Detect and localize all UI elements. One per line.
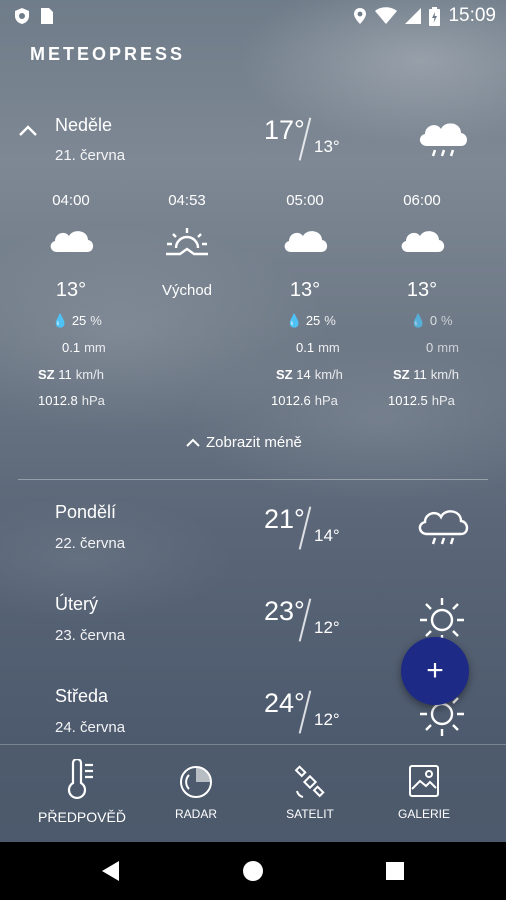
today-low: 13°: [314, 137, 340, 156]
thermometer-icon: [67, 759, 93, 799]
chevron-up-icon: [186, 438, 200, 447]
hour-time: 04:00: [52, 192, 90, 209]
wind-speed: 14: [296, 367, 311, 382]
precip-unit: %: [90, 313, 102, 328]
tab-label: SATELIT: [286, 807, 334, 821]
day-temps: 23° 12°: [262, 596, 362, 646]
day-name: Pondělí: [55, 502, 117, 522]
recents-icon[interactable]: [385, 861, 405, 881]
wind-dir: SZ: [38, 367, 55, 382]
drop-icon: 💧: [410, 313, 427, 328]
tab-label: PŘEDPOVĚĎ: [38, 809, 126, 825]
add-location-button[interactable]: +: [401, 637, 469, 705]
wind-unit: km/h: [75, 367, 104, 382]
hour-temp: 13°: [406, 279, 438, 301]
precip-amount-unit: mm: [318, 340, 340, 355]
pressure: 1012.5: [388, 393, 428, 408]
hour-temp: 13°: [55, 279, 87, 301]
hour-time: 05:00: [286, 192, 324, 209]
day-name: Středa: [55, 686, 109, 706]
gallery-icon: [409, 765, 439, 797]
cloud-rain-icon: [418, 510, 469, 545]
wind-unit: km/h: [314, 367, 343, 382]
cloud-icon: [50, 231, 94, 252]
sunrise-icon: [166, 228, 208, 256]
wifi-icon: [375, 7, 398, 24]
day-date: 24. června: [55, 719, 126, 736]
sim-card-icon: [41, 8, 53, 24]
day-high: 21°: [264, 504, 305, 534]
tab-label: GALERIE: [397, 807, 451, 821]
precip-amount-unit: mm: [84, 340, 106, 355]
back-icon[interactable]: [99, 859, 121, 883]
day-high: 23°: [264, 596, 305, 626]
cloud-rain-icon: [419, 123, 467, 157]
precip-amount: 0: [426, 340, 434, 355]
sunrise-label: Východ: [161, 282, 213, 299]
precip-unit: %: [441, 313, 453, 328]
cloud-icon: [401, 231, 445, 252]
bottom-tab-bar: PŘEDPOVĚĎ RADAR SATELIT GALERIE: [0, 744, 506, 843]
wind-dir: SZ: [393, 367, 410, 382]
wind-speed: 11: [58, 367, 72, 382]
plus-icon: +: [426, 654, 444, 687]
drop-icon: 💧: [286, 313, 303, 328]
status-bar: 15:09: [0, 0, 506, 32]
pressure: 1012.8: [38, 393, 78, 408]
precip-prob: 25: [305, 313, 321, 328]
hour-time: 06:00: [403, 192, 441, 209]
precip-amount: 0.1: [62, 340, 81, 355]
day-temps: 21° 14°: [262, 504, 362, 554]
day-low: 14°: [314, 526, 340, 545]
wind-speed: 11: [413, 367, 427, 382]
pressure-unit: hPa: [431, 393, 455, 408]
system-nav-bar: [0, 842, 506, 900]
show-less-label: Zobrazit méně: [206, 434, 302, 451]
tab-forecast[interactable]: PŘEDPOVĚĎ: [19, 745, 145, 843]
day-temps: 24° 12°: [262, 688, 362, 738]
wind-dir: SZ: [276, 367, 293, 382]
today-high: 17°: [264, 115, 305, 145]
home-icon[interactable]: [242, 860, 264, 882]
day-low: 12°: [314, 710, 340, 729]
day-low: 12°: [314, 618, 340, 637]
show-less-button[interactable]: Zobrazit méně: [186, 434, 302, 451]
location-icon: [354, 8, 367, 24]
precip-prob: 0: [429, 313, 438, 328]
pressure: 1012.6: [271, 393, 311, 408]
today-temps: 17° 13°: [262, 115, 362, 165]
precip-unit: %: [324, 313, 336, 328]
precip-amount-unit: mm: [437, 340, 459, 355]
today-date: 21. června: [55, 147, 126, 164]
pressure-unit: hPa: [314, 393, 338, 408]
app-title: METEOPRESS: [30, 44, 186, 64]
tab-label: RADAR: [174, 807, 217, 821]
precip-prob: 25: [71, 313, 87, 328]
day-date: 23. června: [55, 627, 126, 644]
divider: [18, 479, 488, 480]
shield-icon: [15, 8, 29, 24]
status-time: 15:09: [448, 5, 496, 26]
cell-signal-icon: [405, 8, 422, 24]
day-high: 24°: [264, 688, 305, 718]
cloud-icon: [284, 231, 328, 252]
chevron-up-icon[interactable]: [18, 124, 38, 136]
tab-satellite[interactable]: SATELIT: [247, 745, 373, 843]
drop-icon: 💧: [52, 313, 69, 328]
day-name: Úterý: [55, 594, 99, 614]
wind-unit: km/h: [430, 367, 459, 382]
precip-amount: 0.1: [296, 340, 315, 355]
tab-gallery[interactable]: GALERIE: [361, 745, 487, 843]
hour-temp: 13°: [289, 279, 321, 301]
battery-icon: [429, 6, 441, 26]
pressure-unit: hPa: [81, 393, 105, 408]
satellite-icon: [294, 765, 325, 798]
tab-radar[interactable]: RADAR: [133, 745, 259, 843]
day-date: 22. června: [55, 535, 126, 552]
sunrise-time: 04:53: [168, 192, 206, 209]
today-day: Neděle: [55, 115, 113, 135]
radar-icon: [180, 766, 212, 798]
